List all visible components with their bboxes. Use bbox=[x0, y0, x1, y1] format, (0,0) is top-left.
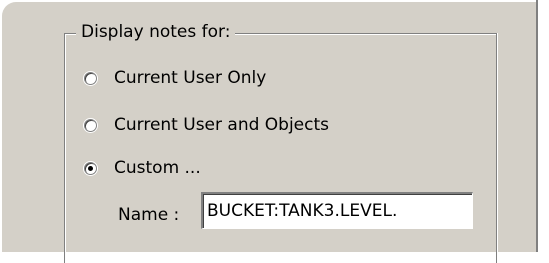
radio-dot-icon bbox=[88, 165, 93, 171]
groupbox-title: Display notes for: bbox=[76, 21, 236, 43]
radio-label: Current User and Objects bbox=[114, 115, 330, 135]
name-label: Name : bbox=[118, 205, 180, 225]
name-input[interactable] bbox=[201, 192, 473, 229]
radio-current-user-and-objects[interactable]: Current User and Objects bbox=[84, 113, 329, 137]
radio-label: Custom ... bbox=[114, 158, 201, 178]
radio-button-selected-icon[interactable] bbox=[84, 161, 97, 175]
radio-current-user-only[interactable]: Current User Only bbox=[84, 66, 266, 90]
radio-button-icon[interactable] bbox=[84, 71, 97, 85]
radio-custom[interactable]: Custom ... bbox=[84, 156, 201, 180]
radio-label: Current User Only bbox=[114, 68, 267, 88]
panel-edge bbox=[538, 0, 549, 252]
radio-button-icon[interactable] bbox=[84, 118, 97, 132]
